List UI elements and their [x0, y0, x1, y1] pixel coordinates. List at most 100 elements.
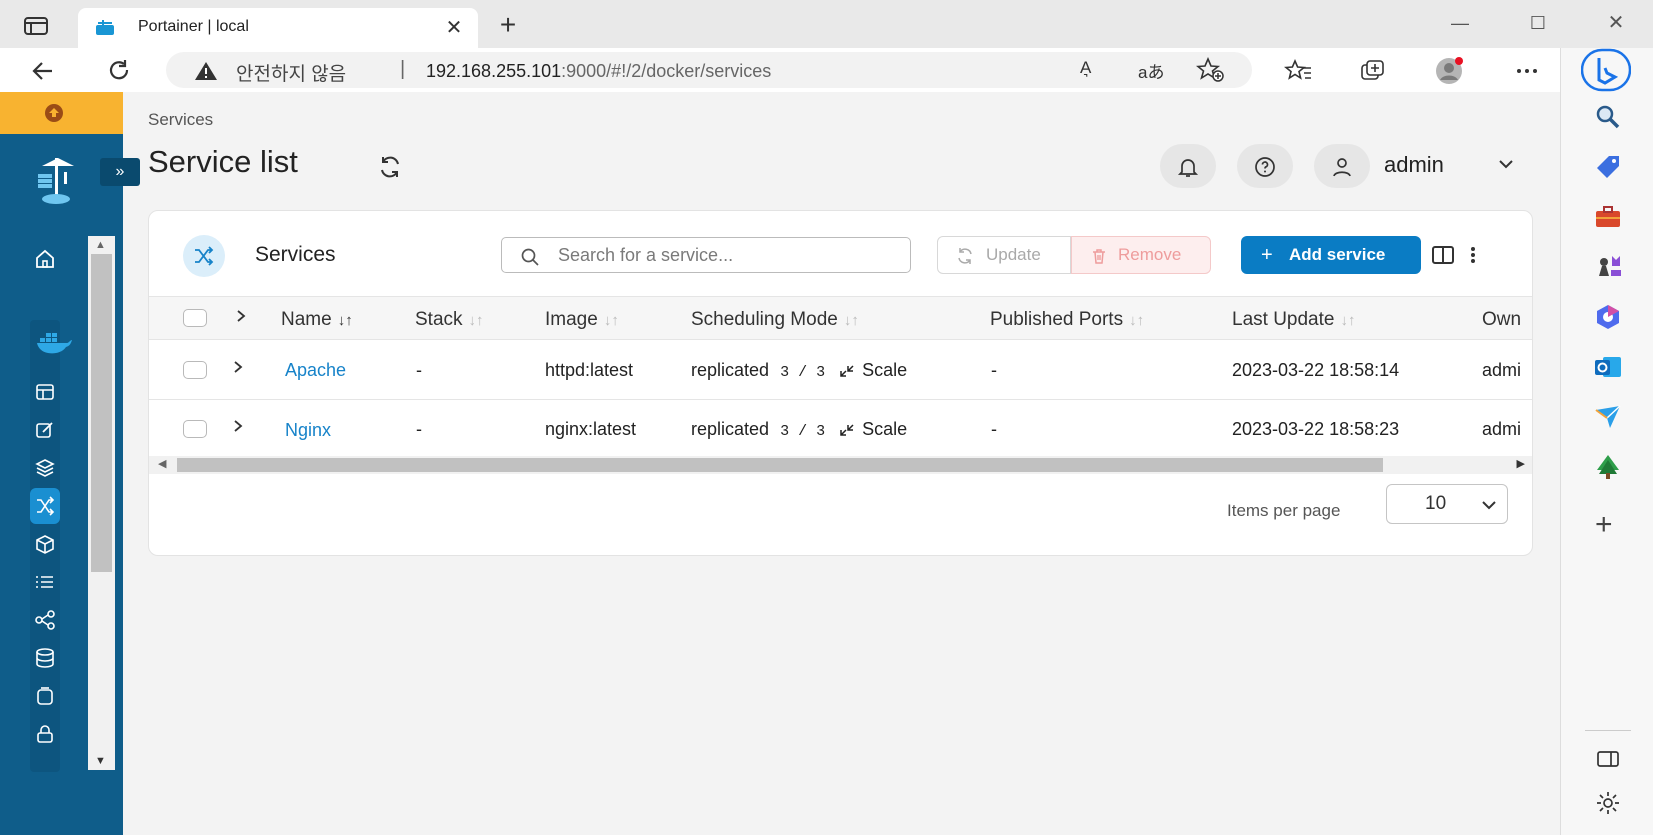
- services-nav-icon[interactable]: [30, 488, 60, 524]
- favorites-icon[interactable]: [1284, 56, 1314, 86]
- expand-row-chevron-icon[interactable]: [231, 360, 245, 374]
- expand-all-chevron-icon[interactable]: [234, 309, 248, 323]
- outlook-icon[interactable]: [1593, 352, 1623, 382]
- app-templates-icon[interactable]: [33, 418, 57, 442]
- add-favorite-icon[interactable]: [1196, 57, 1226, 83]
- warning-triangle-icon[interactable]: [194, 61, 218, 81]
- service-name-link[interactable]: Nginx: [285, 420, 331, 441]
- scrollbar-thumb[interactable]: [91, 254, 112, 572]
- update-button[interactable]: Update: [937, 236, 1071, 274]
- bing-chat-icon[interactable]: [1581, 48, 1631, 92]
- settings-gear-icon[interactable]: [1593, 788, 1623, 818]
- trash-icon: [1093, 249, 1105, 264]
- column-last-update[interactable]: Last Update ↓↑: [1232, 309, 1355, 331]
- read-aloud-icon[interactable]: A͉: [1080, 58, 1091, 78]
- minimize-arrows-icon: [840, 365, 854, 377]
- column-published-ports[interactable]: Published Ports ↓↑: [990, 309, 1144, 331]
- upgrade-icon: [42, 103, 66, 123]
- back-arrow-icon[interactable]: [28, 56, 58, 86]
- scheduling-mode-cell: replicated 3 / 3 Scale: [691, 419, 907, 440]
- browser-toolbar: 안전하지 않음 | 192.168.255.101:9000/#!/2/dock…: [0, 48, 1653, 92]
- sidebar-scrollbar[interactable]: ▲ ▼: [88, 236, 115, 770]
- select-all-checkbox[interactable]: [183, 309, 207, 327]
- scale-button[interactable]: Scale: [830, 419, 907, 439]
- window-minimize-button[interactable]: —: [1440, 8, 1480, 38]
- configs-icon[interactable]: [33, 684, 57, 708]
- column-stack[interactable]: Stack ↓↑: [415, 309, 484, 331]
- row-checkbox[interactable]: [183, 420, 207, 438]
- networks-icon[interactable]: [33, 608, 57, 632]
- sort-desc-icon: ↓↑: [337, 312, 353, 329]
- window-close-button[interactable]: ✕: [1596, 8, 1636, 38]
- reload-icon[interactable]: [104, 56, 134, 86]
- refresh-icon[interactable]: [376, 154, 404, 180]
- docker-icon[interactable]: [36, 330, 76, 354]
- profile-avatar[interactable]: [1434, 56, 1464, 86]
- column-image[interactable]: Image ↓↑: [545, 309, 619, 331]
- url-path: :9000/#!/2/docker/services: [561, 61, 772, 81]
- expand-row-chevron-icon[interactable]: [231, 419, 245, 433]
- shopping-tag-icon[interactable]: [1593, 152, 1623, 182]
- columns-settings-icon[interactable]: [1431, 244, 1455, 266]
- tab-close-icon[interactable]: ✕: [444, 18, 464, 38]
- notifications-bell-icon[interactable]: [1160, 144, 1216, 188]
- expand-sidebar-button[interactable]: »: [100, 158, 140, 186]
- url-text[interactable]: 192.168.255.101:9000/#!/2/docker/service…: [426, 61, 771, 82]
- column-name[interactable]: Name ↓↑: [281, 309, 353, 331]
- scale-button[interactable]: Scale: [830, 360, 907, 380]
- sort-icon: ↓↑: [1129, 312, 1145, 329]
- scroll-down-arrow-icon[interactable]: ▼: [95, 755, 106, 767]
- secrets-lock-icon[interactable]: [33, 722, 57, 746]
- scroll-right-arrow-icon[interactable]: ▶: [1517, 457, 1525, 470]
- games-chess-icon[interactable]: [1593, 252, 1623, 282]
- browser-tab[interactable]: Portainer | local ✕: [78, 8, 478, 48]
- volumes-icon[interactable]: [33, 646, 57, 670]
- scrollbar-thumb[interactable]: [177, 458, 1383, 472]
- user-avatar-icon[interactable]: [1314, 144, 1370, 188]
- microsoft-365-icon[interactable]: [1593, 302, 1623, 332]
- row-checkbox[interactable]: [183, 361, 207, 379]
- table-row[interactable]: Apache - httpd:latest replicated 3 / 3 S…: [149, 340, 1532, 400]
- remove-button[interactable]: Remove: [1071, 236, 1211, 274]
- items-per-page-select[interactable]: 10: [1386, 484, 1508, 524]
- dashboard-icon[interactable]: [33, 380, 57, 404]
- search-icon[interactable]: [1593, 102, 1623, 132]
- hide-sidebar-icon[interactable]: [1593, 744, 1623, 774]
- ports-cell: -: [991, 419, 997, 439]
- new-tab-button[interactable]: +: [494, 11, 522, 40]
- portainer-logo[interactable]: [30, 156, 86, 206]
- column-scheduling-mode[interactable]: Scheduling Mode ↓↑: [691, 309, 859, 331]
- window-maximize-button[interactable]: ☐: [1518, 8, 1558, 38]
- home-icon[interactable]: [32, 246, 58, 272]
- tree-icon[interactable]: [1593, 452, 1623, 482]
- help-icon[interactable]: [1237, 144, 1293, 188]
- column-owner[interactable]: Own: [1482, 309, 1521, 331]
- table-row[interactable]: Nginx - nginx:latest replicated 3 / 3 Sc…: [149, 400, 1532, 460]
- insecure-label[interactable]: 안전하지 않음: [236, 59, 346, 86]
- add-service-button[interactable]: + Add service: [1241, 236, 1421, 274]
- stacks-icon[interactable]: [33, 456, 57, 480]
- tasks-list-icon[interactable]: [33, 570, 57, 594]
- breadcrumb[interactable]: Services: [148, 110, 213, 130]
- user-name[interactable]: admin: [1384, 152, 1444, 178]
- scroll-up-arrow-icon[interactable]: ▲: [95, 239, 106, 251]
- search-input[interactable]: [558, 242, 888, 268]
- kebab-menu-icon[interactable]: [1467, 243, 1479, 267]
- drop-send-icon[interactable]: [1593, 402, 1623, 432]
- add-sidebar-app-icon[interactable]: +: [1595, 510, 1613, 540]
- address-bar[interactable]: 안전하지 않음 | 192.168.255.101:9000/#!/2/dock…: [166, 52, 1252, 88]
- translate-icon[interactable]: aあ: [1138, 58, 1164, 83]
- refresh-icon: [958, 248, 972, 264]
- tools-briefcase-icon[interactable]: [1593, 202, 1623, 232]
- scroll-left-arrow-icon[interactable]: ◀: [158, 457, 166, 470]
- search-box[interactable]: [501, 237, 911, 273]
- update-banner[interactable]: [0, 92, 123, 134]
- table-horizontal-scrollbar[interactable]: ◀ ▶: [149, 456, 1532, 474]
- more-menu-icon[interactable]: [1512, 56, 1542, 86]
- replica-count: 3 / 3: [780, 364, 826, 381]
- tab-actions-icon[interactable]: [22, 15, 50, 37]
- service-name-link[interactable]: Apache: [285, 360, 346, 381]
- chevron-down-icon[interactable]: [1496, 154, 1516, 174]
- containers-icon[interactable]: [33, 532, 57, 556]
- collections-icon[interactable]: [1358, 56, 1388, 86]
